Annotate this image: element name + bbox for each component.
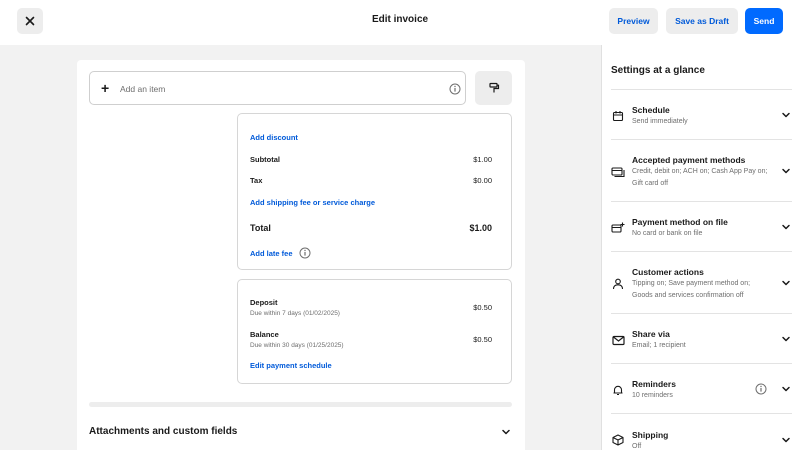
envelope-icon (611, 333, 625, 347)
total-label: Total (250, 223, 271, 233)
chevron-down-icon (782, 437, 790, 443)
setting-payment-methods[interactable]: Accepted payment methods Credit, debit o… (602, 139, 800, 201)
section-divider (89, 402, 512, 407)
setting-label: Payment method on file (632, 217, 728, 227)
info-icon[interactable] (449, 83, 461, 95)
main-panel: + Add an item Add discount Subtotal $1.0… (0, 45, 601, 450)
setting-desc: No card or bank on file (632, 230, 703, 237)
deposit-value: $0.50 (473, 303, 492, 312)
person-icon (611, 277, 625, 291)
top-bar: Edit invoice Preview Save as Draft Send (0, 0, 800, 45)
setting-label: Accepted payment methods (632, 155, 746, 165)
add-item-field[interactable]: + Add an item (89, 71, 466, 105)
box-icon (611, 433, 625, 447)
credit-cards-icon (611, 165, 625, 179)
calendar-icon (611, 109, 625, 123)
setting-shipping[interactable]: Shipping Off (602, 413, 800, 450)
setting-schedule[interactable]: Schedule Send immediately (602, 89, 800, 139)
preview-button[interactable]: Preview (609, 8, 658, 34)
add-shipping-link[interactable]: Add shipping fee or service charge (250, 198, 375, 207)
chevron-down-icon (782, 224, 790, 230)
totals-section: Add discount Subtotal $1.00 Tax $0.00 Ad… (237, 113, 512, 270)
add-late-fee-link[interactable]: Add late fee (250, 249, 293, 258)
payment-schedule-section: Deposit Due within 7 days (01/02/2025) $… (237, 279, 512, 384)
deposit-label: Deposit (250, 298, 278, 307)
total-value: $1.00 (469, 223, 492, 233)
chevron-down-icon (782, 280, 790, 286)
setting-payment-on-file[interactable]: Payment method on file No card or bank o… (602, 201, 800, 251)
card-add-icon (611, 221, 625, 235)
save-draft-button[interactable]: Save as Draft (666, 8, 738, 34)
subtotal-value: $1.00 (473, 155, 492, 164)
attachments-header[interactable]: Attachments and custom fields (89, 426, 237, 437)
chevron-down-icon (782, 336, 790, 342)
chevron-down-icon (782, 112, 790, 118)
setting-share-via[interactable]: Share via Email; 1 recipient (602, 313, 800, 363)
balance-due: Due within 30 days (01/25/2025) (250, 342, 344, 349)
chevron-down-icon (782, 386, 790, 392)
add-discount-link[interactable]: Add discount (250, 133, 298, 142)
setting-label: Schedule (632, 105, 670, 115)
setting-desc: Credit, debit on; ACH on; Cash App Pay o… (632, 168, 768, 187)
tax-label: Tax (250, 176, 263, 185)
invoice-card: + Add an item Add discount Subtotal $1.0… (77, 60, 525, 450)
balance-value: $0.50 (473, 335, 492, 344)
plus-icon: + (101, 80, 110, 96)
tax-value: $0.00 (473, 176, 492, 185)
info-icon[interactable] (299, 247, 311, 259)
add-item-placeholder: Add an item (120, 84, 166, 94)
send-button[interactable]: Send (745, 8, 783, 34)
setting-reminders[interactable]: Reminders 10 reminders (602, 363, 800, 413)
setting-desc: Send immediately (632, 118, 688, 125)
edit-payment-schedule-link[interactable]: Edit payment schedule (250, 361, 332, 370)
setting-label: Share via (632, 329, 670, 339)
setting-label: Shipping (632, 430, 669, 440)
setting-label: Customer actions (632, 267, 704, 277)
setting-desc: 10 reminders (632, 392, 673, 399)
paint-roller-icon (488, 82, 499, 93)
sidebar-title: Settings at a glance (611, 65, 705, 76)
setting-desc: Tipping on; Save payment method on; Good… (632, 280, 751, 299)
setting-customer-actions[interactable]: Customer actions Tipping on; Save paymen… (602, 251, 800, 313)
balance-label: Balance (250, 330, 279, 339)
setting-desc: Email; 1 recipient (632, 342, 686, 349)
chevron-down-icon (782, 168, 790, 174)
info-icon[interactable] (755, 383, 767, 395)
customize-button[interactable] (475, 71, 512, 105)
deposit-due: Due within 7 days (01/02/2025) (250, 310, 340, 317)
setting-desc: Off (632, 443, 642, 450)
settings-sidebar: Settings at a glance Schedule Send immed… (601, 45, 800, 450)
bell-icon (611, 383, 625, 397)
setting-label: Reminders (632, 379, 676, 389)
chevron-down-icon[interactable] (500, 426, 512, 438)
subtotal-label: Subtotal (250, 155, 280, 164)
